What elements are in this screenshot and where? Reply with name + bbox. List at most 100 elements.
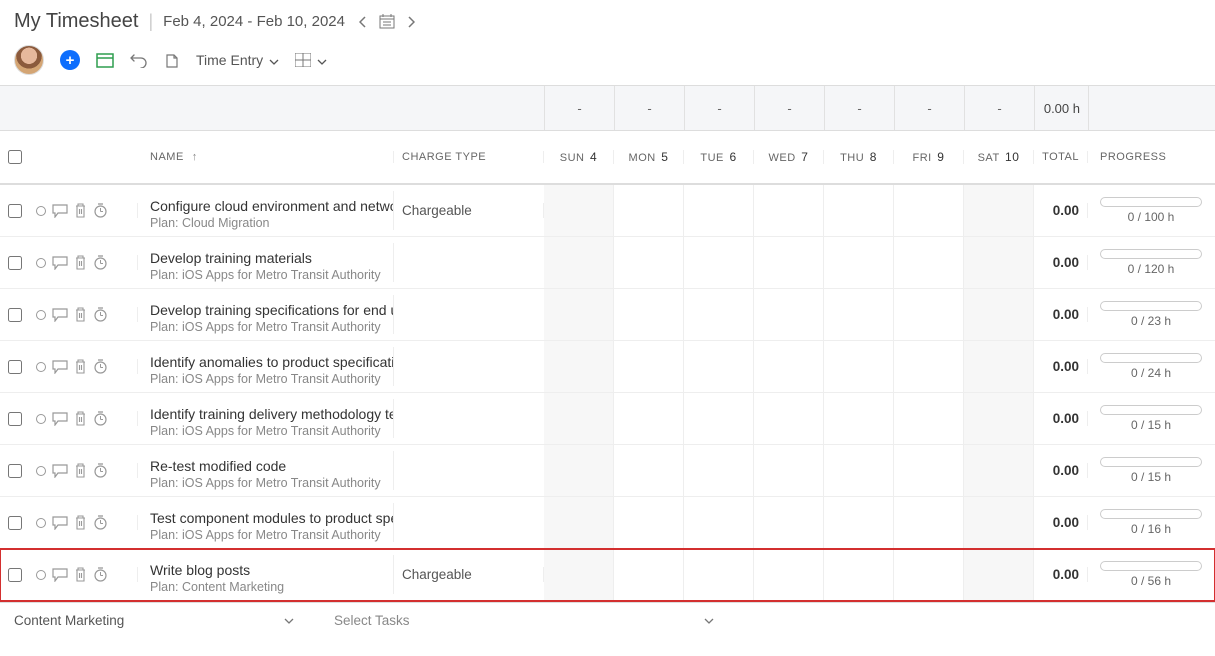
col-fri[interactable]: Fri 9	[894, 150, 964, 164]
task-name[interactable]: Re-test modified code	[150, 458, 393, 474]
cell-sun[interactable]	[544, 237, 614, 288]
cell-sun[interactable]	[544, 393, 614, 444]
col-charge-label[interactable]: Charge Type	[394, 151, 544, 163]
table-row[interactable]: Test component modules to product specs …	[0, 497, 1215, 549]
cell-thu[interactable]	[824, 185, 894, 236]
task-name[interactable]: Write blog posts	[150, 562, 393, 578]
col-wed[interactable]: Wed 7	[754, 150, 824, 164]
cell-mon[interactable]	[614, 393, 684, 444]
cell-thu[interactable]	[824, 549, 894, 600]
week-view-icon[interactable]	[96, 52, 114, 68]
timer-icon[interactable]	[93, 515, 108, 530]
cell-wed[interactable]	[754, 393, 824, 444]
task-name[interactable]: Identify training delivery methodology t…	[150, 406, 393, 422]
avatar[interactable]	[14, 45, 44, 75]
layout-dropdown[interactable]	[295, 52, 327, 68]
cell-sat[interactable]	[964, 549, 1034, 600]
task-dropdown[interactable]: Select Tasks	[334, 613, 714, 628]
row-checkbox[interactable]	[8, 516, 22, 530]
cell-thu[interactable]	[824, 341, 894, 392]
cell-wed[interactable]	[754, 341, 824, 392]
cell-sun[interactable]	[544, 497, 614, 548]
cell-wed[interactable]	[754, 497, 824, 548]
comment-icon[interactable]	[52, 360, 68, 374]
table-row[interactable]: Re-test modified code Plan: iOS Apps for…	[0, 445, 1215, 497]
cell-tue[interactable]	[684, 445, 754, 496]
cell-tue[interactable]	[684, 549, 754, 600]
cell-sat[interactable]	[964, 237, 1034, 288]
cell-tue[interactable]	[684, 289, 754, 340]
cell-wed[interactable]	[754, 445, 824, 496]
table-row[interactable]: Configure cloud environment and network …	[0, 185, 1215, 237]
project-dropdown[interactable]: Content Marketing	[14, 613, 294, 628]
timer-icon[interactable]	[93, 359, 108, 374]
cell-sat[interactable]	[964, 185, 1034, 236]
row-checkbox[interactable]	[8, 256, 22, 270]
cell-fri[interactable]	[894, 445, 964, 496]
calendar-icon[interactable]	[379, 14, 395, 29]
cell-wed[interactable]	[754, 237, 824, 288]
cell-sat[interactable]	[964, 393, 1034, 444]
cell-thu[interactable]	[824, 445, 894, 496]
cell-mon[interactable]	[614, 445, 684, 496]
charge-type[interactable]: Chargeable	[402, 203, 472, 218]
timer-icon[interactable]	[93, 463, 108, 478]
col-mon[interactable]: Mon 5	[614, 150, 684, 164]
row-checkbox[interactable]	[8, 308, 22, 322]
cell-mon[interactable]	[614, 185, 684, 236]
charge-type[interactable]: Chargeable	[402, 567, 472, 582]
cell-sat[interactable]	[964, 341, 1034, 392]
cell-wed[interactable]	[754, 185, 824, 236]
task-name[interactable]: Identify anomalies to product specificat…	[150, 354, 393, 370]
delete-icon[interactable]	[74, 307, 87, 322]
table-row[interactable]: Identify anomalies to product specificat…	[0, 341, 1215, 393]
delete-icon[interactable]	[74, 203, 87, 218]
cell-thu[interactable]	[824, 289, 894, 340]
cell-sun[interactable]	[544, 341, 614, 392]
task-name[interactable]: Test component modules to product specs	[150, 510, 393, 526]
cell-tue[interactable]	[684, 497, 754, 548]
cell-fri[interactable]	[894, 497, 964, 548]
col-progress-label[interactable]: Progress	[1088, 151, 1215, 163]
cell-sat[interactable]	[964, 289, 1034, 340]
col-sun[interactable]: Sun 4	[544, 150, 614, 164]
status-dot[interactable]	[36, 362, 46, 372]
comment-icon[interactable]	[52, 464, 68, 478]
sort-asc-icon[interactable]: ↑	[192, 151, 198, 163]
next-week-button[interactable]	[407, 16, 415, 28]
timer-icon[interactable]	[93, 567, 108, 582]
select-all-checkbox[interactable]	[8, 150, 22, 164]
status-dot[interactable]	[36, 310, 46, 320]
delete-icon[interactable]	[74, 515, 87, 530]
delete-icon[interactable]	[74, 463, 87, 478]
task-name[interactable]: Develop training materials	[150, 250, 393, 266]
cell-sat[interactable]	[964, 445, 1034, 496]
cell-sun[interactable]	[544, 445, 614, 496]
cell-tue[interactable]	[684, 341, 754, 392]
table-row[interactable]: Develop training specifications for end …	[0, 289, 1215, 341]
cell-thu[interactable]	[824, 237, 894, 288]
delete-icon[interactable]	[74, 411, 87, 426]
undo-icon[interactable]	[130, 52, 148, 68]
cell-mon[interactable]	[614, 341, 684, 392]
delete-icon[interactable]	[74, 567, 87, 582]
timer-icon[interactable]	[93, 307, 108, 322]
task-name[interactable]: Develop training specifications for end …	[150, 302, 393, 318]
copy-icon[interactable]	[164, 51, 180, 69]
row-checkbox[interactable]	[8, 360, 22, 374]
status-dot[interactable]	[36, 258, 46, 268]
row-checkbox[interactable]	[8, 568, 22, 582]
table-row[interactable]: Develop training materials Plan: iOS App…	[0, 237, 1215, 289]
cell-fri[interactable]	[894, 289, 964, 340]
entry-mode-dropdown[interactable]: Time Entry	[196, 52, 279, 68]
cell-mon[interactable]	[614, 237, 684, 288]
add-button[interactable]: +	[60, 50, 80, 70]
comment-icon[interactable]	[52, 308, 68, 322]
cell-mon[interactable]	[614, 497, 684, 548]
task-name[interactable]: Configure cloud environment and network	[150, 198, 393, 214]
col-total-label[interactable]: Total	[1034, 151, 1088, 163]
table-row[interactable]: Write blog posts Plan: Content Marketing…	[0, 549, 1215, 601]
status-dot[interactable]	[36, 466, 46, 476]
comment-icon[interactable]	[52, 568, 68, 582]
row-checkbox[interactable]	[8, 204, 22, 218]
